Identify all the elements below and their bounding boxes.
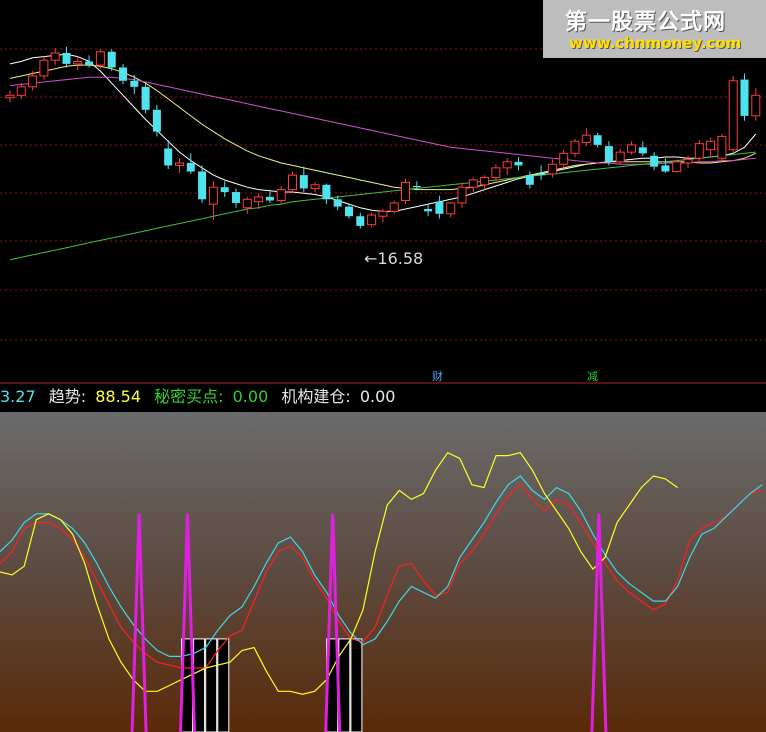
candle-body bbox=[356, 216, 365, 226]
candle-body bbox=[28, 75, 38, 88]
price-grid bbox=[0, 48, 766, 341]
trend-label: 趋势: bbox=[48, 387, 87, 406]
candle-body bbox=[254, 196, 264, 203]
inst-label: 机构建仓: bbox=[281, 387, 351, 406]
candle-body bbox=[95, 51, 105, 66]
candle-body bbox=[378, 210, 388, 217]
candle-body bbox=[85, 61, 94, 66]
event-mark-reduce[interactable]: 减 bbox=[587, 368, 598, 384]
candle-body bbox=[661, 165, 670, 172]
candle-body bbox=[276, 189, 286, 202]
candle-body bbox=[345, 206, 353, 217]
candle-body bbox=[39, 59, 49, 77]
candle-body bbox=[514, 161, 523, 166]
candle-body bbox=[435, 201, 444, 214]
candle-body bbox=[141, 86, 150, 110]
ma-line bbox=[9, 151, 756, 261]
candle-body bbox=[242, 198, 252, 209]
candle-body bbox=[5, 94, 15, 99]
candle-body bbox=[424, 208, 433, 212]
candle-body bbox=[525, 175, 534, 185]
candle-body bbox=[164, 148, 173, 166]
candle-body bbox=[265, 196, 274, 201]
watermark-title: 第一股票公式网 bbox=[565, 10, 727, 35]
candle-body bbox=[16, 86, 26, 96]
candle-body bbox=[570, 140, 580, 154]
candle-body bbox=[627, 144, 636, 153]
watermark: 第一股票公式网 www.chnmoney.com bbox=[543, 0, 766, 58]
candle-body bbox=[604, 146, 613, 162]
candle-body bbox=[706, 140, 716, 151]
candle-body bbox=[728, 80, 738, 151]
candle-body bbox=[672, 161, 682, 172]
first-value: 3.27 bbox=[0, 387, 36, 406]
candle-body bbox=[547, 163, 557, 175]
candle-body bbox=[491, 167, 501, 179]
candle-body bbox=[310, 184, 320, 189]
candle-body bbox=[638, 147, 647, 154]
candle-body bbox=[130, 80, 139, 87]
candle-body bbox=[683, 158, 693, 164]
candle-body bbox=[717, 135, 727, 159]
candle-body bbox=[198, 171, 207, 200]
moving-averages bbox=[9, 53, 757, 261]
chart-canvas bbox=[0, 46, 766, 732]
indicator-bar bbox=[350, 638, 363, 732]
candle-body bbox=[593, 135, 602, 145]
watermark-url: www.chnmoney.com bbox=[569, 34, 742, 52]
candle-body bbox=[457, 186, 467, 204]
candle-body bbox=[107, 51, 116, 68]
indicator-bar bbox=[205, 638, 218, 732]
candle-body bbox=[73, 60, 83, 65]
candle-body bbox=[367, 214, 377, 226]
candle-body bbox=[50, 52, 60, 61]
candle-body bbox=[220, 187, 229, 193]
candle-body bbox=[480, 177, 490, 186]
candle-body bbox=[175, 162, 184, 166]
candle-body bbox=[322, 184, 331, 200]
candle-body bbox=[502, 161, 512, 169]
candle-body bbox=[751, 94, 761, 117]
candle-body bbox=[152, 109, 161, 132]
candle-body bbox=[389, 202, 399, 212]
candle-body bbox=[559, 152, 569, 165]
candle-body bbox=[446, 202, 456, 215]
candle-body bbox=[615, 151, 625, 163]
candle-body bbox=[299, 175, 308, 189]
candle-body bbox=[740, 79, 749, 116]
candle-body bbox=[537, 173, 546, 176]
event-mark-finance[interactable]: 财 bbox=[432, 368, 443, 384]
candle-body bbox=[694, 143, 704, 159]
indicator-status-bar: 3.27 趋势: 88.54 秘密买点: 0.00 机构建仓: 0.00 bbox=[0, 384, 766, 412]
trend-value: 88.54 bbox=[95, 387, 142, 406]
candle-body bbox=[468, 179, 478, 188]
buy-label: 秘密买点: bbox=[154, 387, 224, 406]
candle-body bbox=[333, 199, 342, 207]
candle-body bbox=[650, 155, 659, 167]
indicator-bar bbox=[217, 638, 230, 732]
candle-body bbox=[288, 174, 297, 191]
candle-body bbox=[186, 163, 195, 172]
candlesticks bbox=[5, 46, 761, 229]
candle-body bbox=[232, 192, 240, 203]
candle-body bbox=[62, 52, 71, 64]
low-price-label: ←16.58 bbox=[364, 249, 424, 268]
candle-body bbox=[208, 186, 218, 205]
candle-body bbox=[119, 67, 127, 81]
candle-body bbox=[401, 181, 410, 202]
candle-body bbox=[412, 186, 421, 188]
candle-body bbox=[581, 134, 591, 143]
buy-value: 0.00 bbox=[232, 387, 269, 406]
indicator-panel-bg bbox=[0, 412, 766, 732]
ma-line bbox=[9, 64, 756, 191]
inst-value: 0.00 bbox=[359, 387, 396, 406]
stock-chart-root: { "watermark": {"title": "第一股票公式网", "url… bbox=[0, 0, 766, 732]
